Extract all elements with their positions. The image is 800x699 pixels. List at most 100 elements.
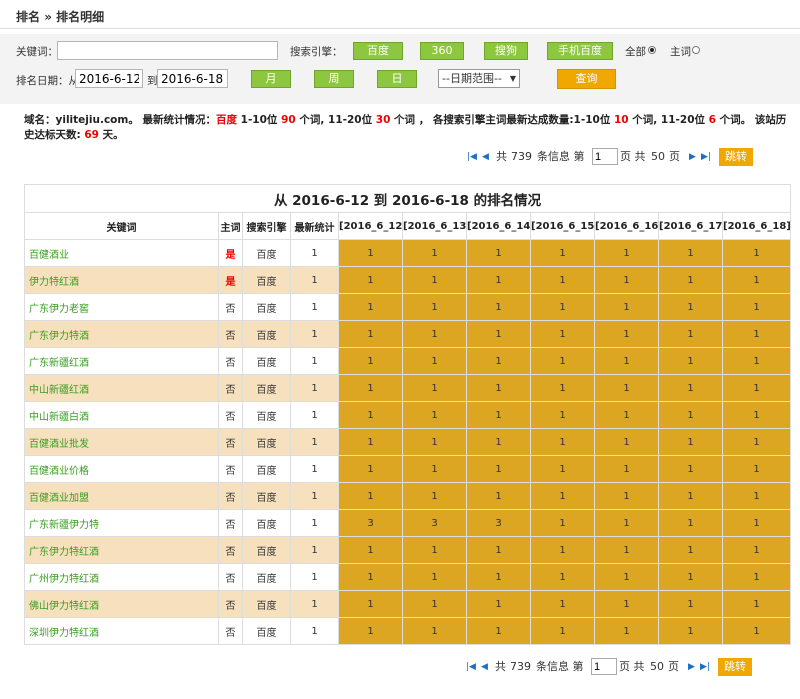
- latest-rank-cell: 1: [290, 428, 339, 456]
- main-word-cell: 是: [218, 266, 243, 294]
- daily-rank-cell: 1: [530, 482, 595, 510]
- engine-sogou-button[interactable]: 搜狗: [484, 42, 528, 60]
- daily-rank-cell: 1: [466, 239, 531, 267]
- keyword-link[interactable]: 百健酒业加盟: [24, 482, 219, 510]
- total-count: 739: [510, 660, 531, 673]
- prev-page-icon[interactable]: ◀: [481, 658, 488, 676]
- daily-rank-cell: 1: [658, 374, 723, 402]
- table-row: 百健酒业批发否百度 1 1 1 1 1 1 1 1: [24, 428, 792, 456]
- engine-cell: 百度: [242, 482, 291, 510]
- latest-rank-cell: 1: [290, 590, 339, 618]
- daily-rank-cell: 1: [594, 455, 659, 483]
- jump-button[interactable]: 跳转: [718, 658, 752, 676]
- keyword-link[interactable]: 深圳伊力特红酒: [24, 617, 219, 645]
- daily-rank-cell: 1: [594, 401, 659, 429]
- engine-cell: 百度: [242, 347, 291, 375]
- query-button[interactable]: 查询: [557, 69, 616, 89]
- scope-main-radio[interactable]: [692, 46, 700, 54]
- keyword-link[interactable]: 广州伊力特红酒: [24, 563, 219, 591]
- engine-cell: 百度: [242, 590, 291, 618]
- last-page-icon[interactable]: ▶|: [700, 658, 710, 676]
- next-page-icon[interactable]: ▶: [689, 148, 696, 166]
- ranking-summary: 域名：yilitejiu.com。 最新统计情况：百度 1-10位 90 个词,…: [24, 114, 787, 141]
- daily-rank-cell: 1: [466, 455, 531, 483]
- first-page-icon[interactable]: |◀: [466, 658, 476, 676]
- date-range-select-value: --日期范围--: [442, 72, 502, 85]
- period-month-button[interactable]: 月: [251, 70, 291, 88]
- keyword-link[interactable]: 广东新疆伊力特: [24, 509, 219, 537]
- page-input[interactable]: [591, 658, 617, 675]
- daily-rank-cell: 1: [402, 266, 467, 294]
- daily-rank-cell: 1: [402, 563, 467, 591]
- column-header: [2016_6_12]: [338, 212, 403, 240]
- daily-rank-cell: 1: [658, 428, 723, 456]
- daily-rank-cell: 1: [721, 617, 792, 645]
- engine-cell: 百度: [242, 509, 291, 537]
- keyword-link[interactable]: 百健酒业: [24, 239, 219, 267]
- breadcrumb-root[interactable]: 排名: [16, 10, 40, 24]
- daily-rank-cell: 1: [402, 617, 467, 645]
- keyword-link[interactable]: 广东伊力老窖: [24, 293, 219, 321]
- last-page-icon[interactable]: ▶|: [701, 148, 711, 166]
- breadcrumb: 排名 » 排名明细: [16, 8, 104, 25]
- daily-rank-cell: 1: [402, 347, 467, 375]
- keyword-link[interactable]: 百健酒业批发: [24, 428, 219, 456]
- daily-rank-cell: 1: [402, 455, 467, 483]
- next-page-icon[interactable]: ▶: [688, 658, 695, 676]
- date-to-input[interactable]: [157, 69, 228, 88]
- main-word-cell: 否: [218, 347, 243, 375]
- chevron-down-icon: ▼: [509, 74, 516, 83]
- engine-360-button[interactable]: 360: [420, 42, 464, 60]
- keyword-link[interactable]: 广东伊力特酒: [24, 320, 219, 348]
- engine-mobile-baidu-button[interactable]: 手机百度: [547, 42, 613, 60]
- daily-rank-cell: 1: [338, 239, 403, 267]
- column-header: [2016_6_16]: [594, 212, 659, 240]
- keyword-label: 关键词：: [16, 46, 58, 58]
- keyword-input[interactable]: [57, 41, 278, 60]
- daily-rank-cell: 1: [338, 266, 403, 294]
- scope-all-label: 全部: [625, 46, 646, 58]
- page-input[interactable]: [592, 148, 618, 165]
- daily-rank-cell: 1: [721, 239, 792, 267]
- main-word-cell: 否: [218, 617, 243, 645]
- period-week-button[interactable]: 周: [314, 70, 354, 88]
- daily-rank-cell: 1: [338, 320, 403, 348]
- daily-rank-cell: 1: [721, 401, 792, 429]
- latest-rank-cell: 1: [290, 455, 339, 483]
- daily-rank-cell: 1: [466, 293, 531, 321]
- prev-page-icon[interactable]: ◀: [482, 148, 489, 166]
- daily-rank-cell: 1: [594, 320, 659, 348]
- first-page-icon[interactable]: |◀: [467, 148, 477, 166]
- table-row: 百健酒业是百度 1 1 1 1 1 1 1 1: [24, 239, 792, 267]
- daily-rank-cell: 1: [658, 563, 723, 591]
- daily-rank-cell: 1: [721, 482, 792, 510]
- date-range-select[interactable]: --日期范围-- ▼: [438, 69, 520, 88]
- date-from-input[interactable]: [75, 69, 143, 88]
- page-count: 50: [651, 150, 665, 163]
- keyword-link[interactable]: 广东新疆红酒: [24, 347, 219, 375]
- column-header: [2016_6_13]: [402, 212, 467, 240]
- daily-rank-cell: 1: [530, 455, 595, 483]
- keyword-link[interactable]: 百健酒业价格: [24, 455, 219, 483]
- engine-cell: 百度: [242, 320, 291, 348]
- daily-rank-cell: 1: [466, 482, 531, 510]
- table-row: 广东新疆伊力特否百度 1 3 3 3 1 1 1 1: [24, 509, 792, 537]
- summary-main-top20: 6: [708, 114, 716, 126]
- latest-rank-cell: 1: [290, 239, 339, 267]
- keyword-link[interactable]: 伊力特红酒: [24, 266, 219, 294]
- keyword-link[interactable]: 佛山伊力特红酒: [24, 590, 219, 618]
- daily-rank-cell: 1: [594, 509, 659, 537]
- keyword-link[interactable]: 广东伊力特红酒: [24, 536, 219, 564]
- engine-cell: 百度: [242, 428, 291, 456]
- period-day-button[interactable]: 日: [377, 70, 417, 88]
- daily-rank-cell: 1: [530, 563, 595, 591]
- table-row: 百健酒业价格否百度 1 1 1 1 1 1 1 1: [24, 455, 792, 483]
- daily-rank-cell: 1: [658, 266, 723, 294]
- engine-baidu-button[interactable]: 百度: [353, 42, 403, 60]
- keyword-link[interactable]: 中山新疆红酒: [24, 374, 219, 402]
- daily-rank-cell: 1: [402, 590, 467, 618]
- keyword-link[interactable]: 中山新疆白酒: [24, 401, 219, 429]
- jump-button[interactable]: 跳转: [719, 148, 753, 166]
- scope-all-radio[interactable]: [648, 46, 656, 54]
- column-header: [2016_6_18]: [721, 212, 792, 240]
